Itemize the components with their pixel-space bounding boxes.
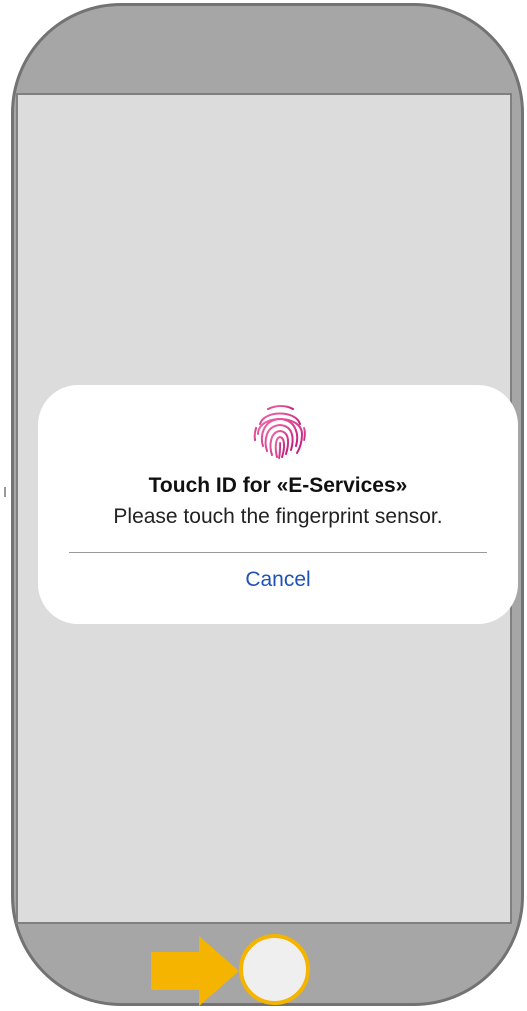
dialog-divider xyxy=(69,552,487,553)
touch-id-dialog: Touch ID for «E-Services» Please touch t… xyxy=(38,385,518,624)
home-button[interactable] xyxy=(239,934,310,1005)
arrow-right-icon xyxy=(151,936,239,1006)
edge-tick xyxy=(4,487,6,497)
cancel-button[interactable]: Cancel xyxy=(38,568,518,592)
dialog-title: Touch ID for «E-Services» xyxy=(148,474,408,497)
fingerprint-icon xyxy=(253,405,306,459)
dialog-message: Please touch the fingerprint sensor. xyxy=(113,505,443,528)
